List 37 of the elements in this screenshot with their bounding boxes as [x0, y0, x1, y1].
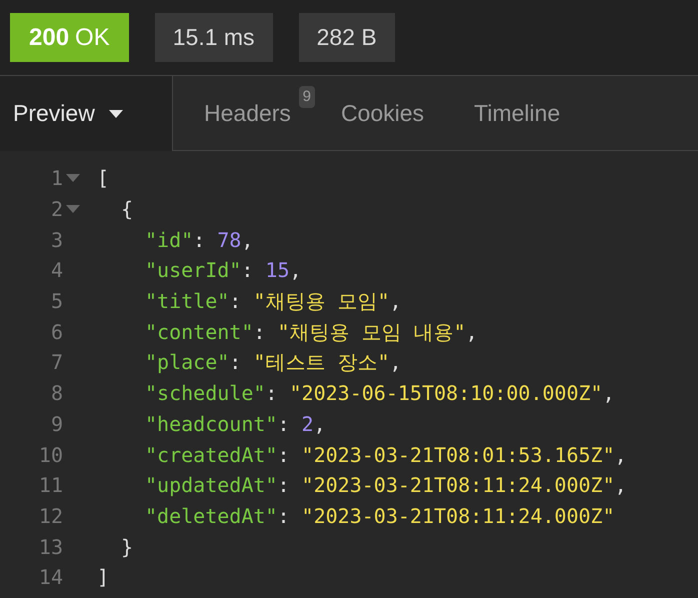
line-number: 4: [50, 257, 63, 284]
code-line: "headcount": 2,: [145, 410, 326, 438]
code-line: "updatedAt": "2023-03-21T08:11:24.000Z",: [145, 472, 627, 500]
code-line: [: [97, 165, 110, 192]
line-number: 8: [50, 380, 63, 408]
line-number: 6: [50, 318, 63, 346]
response-tab[interactable]: Timeline: [474, 96, 560, 130]
line-number: 7: [50, 349, 63, 376]
line-number: 13: [38, 534, 63, 561]
code-line: ]: [97, 564, 110, 592]
status-badge: 200 OK: [10, 13, 129, 62]
code-line: "userId": 15,: [145, 257, 302, 284]
count-badge: 9: [298, 86, 315, 108]
line-number: 11: [38, 472, 63, 500]
line-number: 3: [50, 226, 63, 254]
code-line: "schedule": "2023-06-15T08:10:00.000Z",: [145, 380, 615, 408]
fold-arrow-icon[interactable]: [66, 205, 80, 214]
code-line: "createdAt": "2023-03-21T08:01:53.165Z",: [145, 442, 627, 469]
line-number: 10: [38, 442, 63, 469]
line-number: 14: [38, 564, 63, 592]
code-line: {: [121, 196, 134, 224]
line-number: 1: [50, 165, 63, 192]
line-number: 9: [50, 410, 63, 438]
response-time: 15.1 ms: [154, 13, 273, 62]
line-number: 12: [38, 502, 63, 530]
caret-icon: [108, 110, 123, 118]
line-number: 5: [50, 288, 63, 316]
code-line: "place": "테스트 장소",: [145, 349, 402, 376]
code-line: "title": "채팅용 모임",: [145, 288, 402, 316]
response-size: 282 B: [298, 13, 395, 62]
code-line: "id": 78,: [145, 226, 254, 254]
response-tab[interactable]: Cookies: [340, 96, 424, 130]
code-line: "content": "채팅용 모임 내용",: [145, 318, 478, 346]
line-number: 2: [50, 196, 63, 224]
fold-arrow-icon[interactable]: [66, 174, 80, 182]
code-line: "deletedAt": "2023-03-21T08:11:24.000Z": [145, 502, 615, 530]
code-line: }: [121, 534, 134, 561]
